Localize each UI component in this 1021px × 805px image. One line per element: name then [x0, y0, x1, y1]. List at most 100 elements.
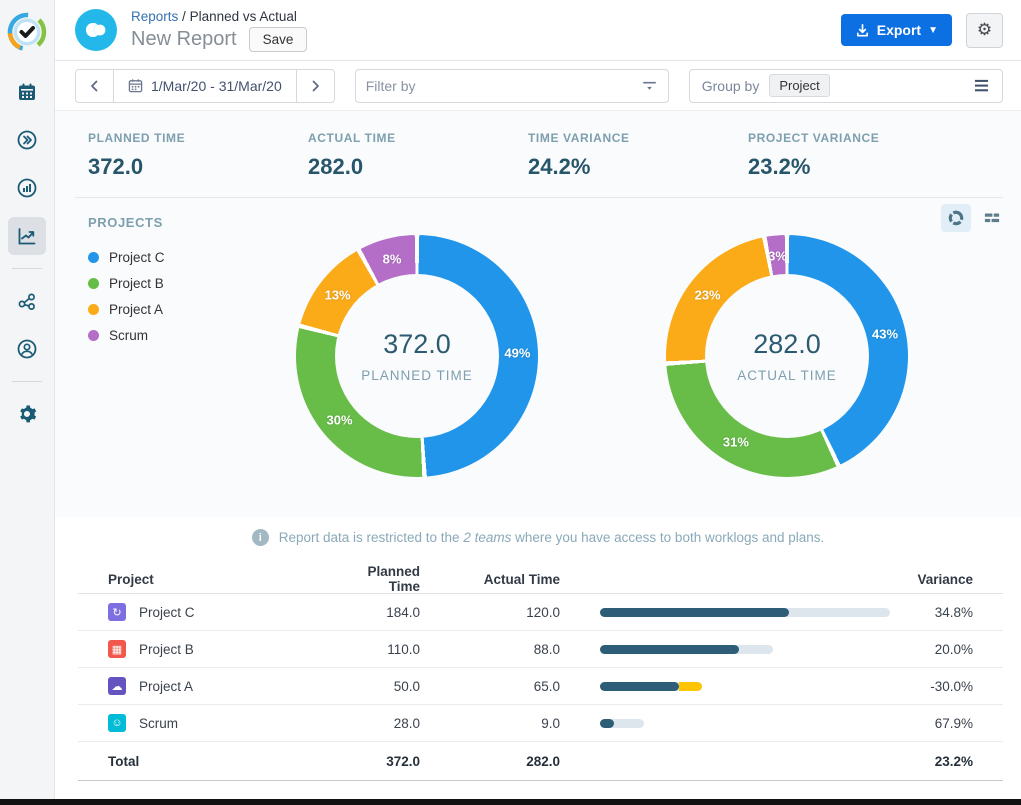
sidebar-item-share[interactable] — [8, 282, 46, 320]
stat-value: 372.0 — [88, 154, 308, 180]
project-name: Scrum — [139, 716, 178, 731]
total-actual: 282.0 — [420, 754, 560, 769]
project-avatar: ▦ — [108, 640, 126, 658]
user-icon — [16, 338, 38, 360]
download-icon — [855, 23, 870, 38]
date-range-button[interactable]: 1/Mar/20 - 31/Mar/20 — [113, 70, 297, 102]
export-label: Export — [877, 22, 921, 38]
project-avatar: ↻ — [108, 603, 126, 621]
planned-vs-actual-bar — [600, 608, 890, 617]
table-panel: i Report data is restricted to the 2 tea… — [55, 517, 1021, 781]
legend-color-dot — [88, 330, 99, 341]
group-by-label: Group by — [702, 78, 760, 94]
settings-button[interactable]: ⚙ — [966, 13, 1003, 48]
filter-funnel-icon[interactable] — [641, 77, 658, 94]
table-options-button[interactable] — [973, 78, 990, 93]
stat-label: PROJECT VARIANCE — [748, 131, 968, 145]
previous-period-button[interactable] — [76, 70, 113, 102]
next-period-button[interactable] — [297, 70, 334, 102]
actual-donut-wrap: 282.0 ACTUAL TIME 43%31%23%3% — [666, 235, 908, 477]
stat-block: PLANNED TIME372.0 — [88, 131, 308, 180]
legend-color-dot — [88, 278, 99, 289]
stat-block: TIME VARIANCE 24.2% — [528, 131, 748, 180]
actual-cell: 88.0 — [420, 642, 560, 657]
sidebar-item-calendar[interactable] — [8, 73, 46, 111]
legend-label: Project A — [109, 302, 163, 317]
planned-donut-wrap: 372.0 PLANNED TIME 49%30%13%8% — [296, 235, 538, 477]
breadcrumb-separator: / — [182, 9, 186, 24]
date-range-text: 1/Mar/20 - 31/Mar/20 — [151, 78, 282, 94]
sidebar-divider — [12, 381, 42, 382]
group-by-value-chip[interactable]: Project — [769, 74, 829, 97]
donut-percent-label: 31% — [723, 435, 749, 450]
main-area: Reports / Planned vs Actual New Report S… — [55, 0, 1021, 805]
total-planned: 372.0 — [340, 754, 420, 769]
export-button[interactable]: Export ▼ — [841, 14, 952, 46]
project-cell: ↻Project C — [78, 603, 340, 621]
tempo-logo[interactable] — [7, 12, 47, 52]
table-view-icon — [983, 210, 1001, 226]
filter-input[interactable] — [366, 78, 641, 94]
sidebar-item-settings[interactable] — [8, 395, 46, 433]
breadcrumb-current: Planned vs Actual — [190, 9, 297, 24]
variance-cell: 20.0% — [890, 642, 1003, 657]
sidebar-item-progress-gauge[interactable] — [8, 169, 46, 207]
stat-value: 282.0 — [308, 154, 528, 180]
restriction-note: i Report data is restricted to the 2 tea… — [55, 529, 1021, 546]
chevron-down-icon: ▼ — [928, 25, 938, 36]
donut-center-value: 282.0 — [753, 329, 821, 360]
save-button[interactable]: Save — [249, 27, 308, 52]
legend-item[interactable]: Project B — [88, 270, 300, 296]
planned-cell: 110.0 — [340, 642, 420, 657]
project-cell: ▦Project B — [78, 640, 340, 658]
filter-control — [355, 69, 669, 103]
chart-panel: PLANNED TIME372.0ACTUAL TIME282.0TIME VA… — [55, 110, 1021, 517]
table-total-row: Total 372.0 282.0 23.2% — [78, 742, 1003, 781]
sidebar-item-skip-forward[interactable] — [8, 121, 46, 159]
legend-label: Scrum — [109, 328, 148, 343]
stat-value: 24.2% — [528, 154, 748, 180]
table-row: ▦Project B110.088.0 20.0% — [78, 631, 1003, 668]
planned-cell: 184.0 — [340, 605, 420, 620]
donut-percent-label: 49% — [504, 345, 530, 360]
stat-value: 23.2% — [748, 154, 968, 180]
variance-cell: 67.9% — [890, 716, 1003, 731]
sidebar — [0, 0, 55, 805]
donut-center-label: PLANNED TIME — [361, 368, 473, 383]
chart-legend: Project CProject B Project A Scrum — [88, 244, 300, 348]
total-variance: 23.2% — [890, 754, 1003, 769]
gear-icon — [16, 403, 38, 425]
donut-percent-label: 30% — [327, 413, 353, 428]
sidebar-item-user[interactable] — [8, 330, 46, 368]
actual-time-donut-chart[interactable]: 282.0 ACTUAL TIME 43%31%23%3% — [666, 235, 908, 477]
donut-chart-icon — [947, 209, 965, 227]
sidebar-divider — [12, 268, 42, 269]
sidebar-item-reports[interactable] — [8, 217, 46, 255]
breadcrumb-reports-link[interactable]: Reports — [131, 9, 178, 24]
project-avatar: ☺ — [108, 714, 126, 732]
hamburger-menu-icon — [973, 78, 990, 93]
summary-stats: PLANNED TIME372.0ACTUAL TIME282.0TIME VA… — [75, 131, 1003, 180]
skip-forward-icon — [16, 129, 38, 151]
donut-percent-label: 43% — [872, 326, 898, 341]
stat-label: TIME VARIANCE — [528, 131, 748, 145]
legend-item[interactable]: Project A — [88, 296, 300, 322]
actual-cell: 65.0 — [420, 679, 560, 694]
view-toggle — [941, 204, 1007, 232]
total-label: Total — [78, 754, 340, 769]
planned-time-donut-chart[interactable]: 372.0 PLANNED TIME 49%30%13%8% — [296, 235, 538, 477]
stat-block: PROJECT VARIANCE 23.2% — [748, 131, 968, 180]
gear-icon: ⚙ — [977, 20, 992, 40]
table-row: ↻Project C184.0120.034.8% — [78, 594, 1003, 631]
date-range-control: 1/Mar/20 - 31/Mar/20 — [75, 69, 335, 103]
legend-item[interactable]: Project C — [88, 244, 300, 270]
donut-percent-label: 8% — [383, 251, 402, 266]
donut-center-value: 372.0 — [383, 329, 451, 360]
table-row: ☁Project A50.065.0-30.0% — [78, 668, 1003, 705]
stat-block: ACTUAL TIME282.0 — [308, 131, 528, 180]
table-view-button[interactable] — [977, 204, 1007, 232]
legend-item[interactable]: Scrum — [88, 322, 300, 348]
donut-center: 372.0 PLANNED TIME — [335, 274, 499, 438]
donut-view-button[interactable] — [941, 204, 971, 232]
title-block: Reports / Planned vs Actual New Report S… — [131, 9, 307, 52]
